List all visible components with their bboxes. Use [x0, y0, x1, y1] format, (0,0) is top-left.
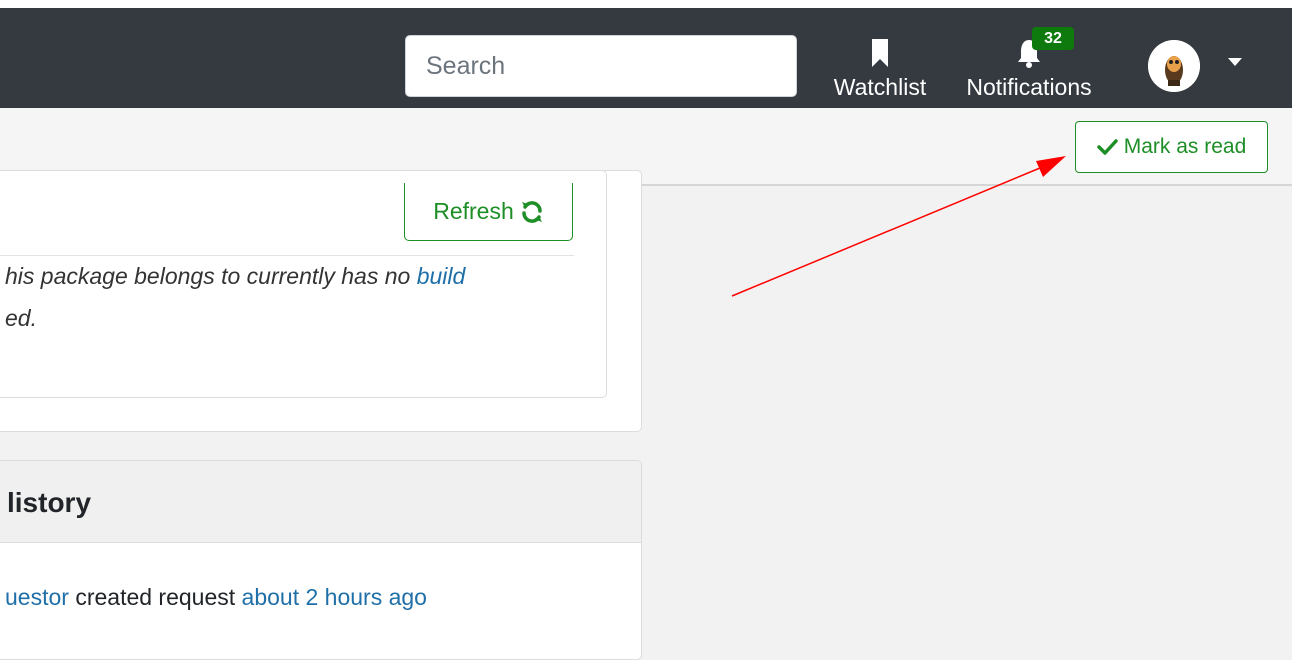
watchlist-label: Watchlist [833, 74, 927, 100]
history-header: listory [0, 461, 641, 543]
avatar-image [1148, 40, 1200, 92]
avatar[interactable] [1148, 40, 1200, 92]
history-card: listory [0, 460, 642, 660]
search-input[interactable] [405, 35, 797, 97]
caret-down-icon[interactable] [1228, 58, 1242, 66]
history-entry: uestor created request about 2 hours ago [5, 584, 427, 611]
notification-count-badge: 32 [1032, 27, 1074, 50]
history-time-link[interactable]: about 2 hours ago [242, 584, 427, 610]
build-link[interactable]: build [417, 263, 466, 289]
card-divider [0, 255, 574, 256]
mark-as-read-label: Mark as read [1123, 135, 1247, 158]
watchlist-link[interactable]: Watchlist [822, 30, 938, 100]
history-title: listory [7, 487, 92, 518]
build-status-text-line1: his package belongs to currently has no … [5, 263, 465, 290]
build-status-text: his package belongs to currently has no [5, 263, 417, 289]
history-action-text: created request [68, 584, 242, 610]
mark-as-read-button[interactable]: Mark as read [1075, 121, 1268, 173]
build-status-text-line2: ed. [5, 305, 37, 331]
refresh-label: Refresh [433, 198, 514, 224]
check-icon [1096, 139, 1118, 155]
notifications-link[interactable]: Notifications [950, 30, 1108, 100]
refresh-button[interactable]: Refresh [404, 183, 573, 241]
bookmark-icon [872, 39, 888, 67]
history-user-link[interactable]: uestor [5, 584, 69, 610]
refresh-icon [521, 200, 542, 223]
notifications-label: Notifications [966, 74, 1092, 100]
top-strip [0, 0, 1292, 8]
